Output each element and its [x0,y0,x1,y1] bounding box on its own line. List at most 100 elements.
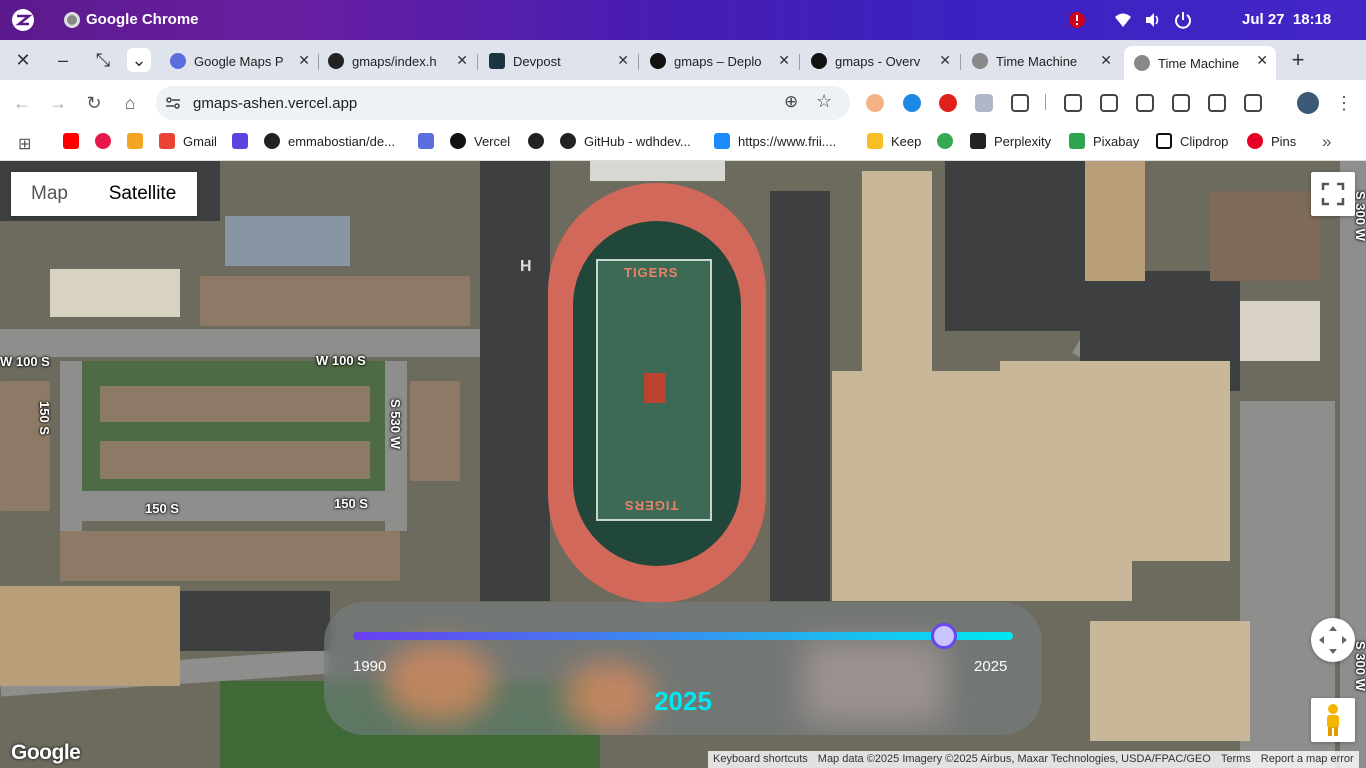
bookmark-rainbow[interactable] [127,133,151,149]
system-clock[interactable]: Jul 27 18:18 [1242,11,1331,28]
terms-link[interactable]: Terms [1216,751,1256,768]
townhouse-row [410,381,460,481]
bookmark-keep[interactable]: Keep [867,133,921,149]
report-map-error-link[interactable]: Report a map error [1256,751,1359,768]
camera-control-button[interactable] [1311,618,1355,662]
tab-gmaps-deploy[interactable]: gmaps – Deplo ✕ [640,46,798,76]
bookmark-pixabay[interactable]: Pixabay [1069,133,1139,149]
code-icon [232,133,248,149]
street-view-pegman-button[interactable] [1311,698,1355,742]
bookmark-maps[interactable] [418,133,442,149]
apps-grid-icon[interactable]: ⊞ [18,134,31,154]
bookmark-pins[interactable]: Pins [1247,133,1296,149]
tab-label: gmaps/index.h [352,53,437,69]
github-icon [328,53,344,69]
bookmark-vercel[interactable]: Vercel [450,133,510,149]
tab-time-machine-active[interactable]: Time Machine ✕ [1124,46,1276,80]
globe-icon [972,53,988,69]
youtube-icon [63,133,79,149]
bookmark-music[interactable] [95,133,119,149]
tab-close-icon[interactable]: ✕ [456,52,468,69]
tab-gmaps-overview[interactable]: gmaps - Overv ✕ [801,46,959,76]
extension-icon[interactable] [866,94,884,112]
map-type-map-button[interactable]: Map [11,172,88,216]
profile-avatar[interactable] [1297,92,1319,114]
tab-label: gmaps - Overv [835,53,921,69]
tab-close-icon[interactable]: ✕ [298,52,310,69]
bookmark-emmabostian[interactable]: emmabostian/de... [264,133,395,149]
house-roof [1210,191,1320,281]
power-icon[interactable] [1174,11,1192,29]
incognito-icon[interactable] [1100,94,1118,112]
forward-arrow-icon[interactable]: → [47,92,69,114]
year-slider-thumb[interactable] [930,623,957,649]
google-logo[interactable]: Google [11,741,81,765]
tab-label: gmaps – Deplo [674,53,762,69]
bookmark-youtube[interactable] [63,133,87,149]
devices-icon[interactable] [1172,94,1190,112]
time-machine-panel: 1990 2025 2025 [324,602,1042,735]
dirt-lot [0,586,180,686]
more-bookmarks-chevron-icon[interactable]: » [1322,132,1331,152]
keep-icon [867,133,883,149]
dirt-lot [1085,161,1145,281]
back-arrow-icon[interactable]: ← [11,92,33,114]
fullscreen-button[interactable] [1311,172,1355,216]
solar-roof [225,216,350,266]
tab-close-icon[interactable]: ✕ [617,52,629,69]
home-icon[interactable]: ⌂ [119,92,141,114]
menu-kebab-icon[interactable]: ⋮ [1333,92,1355,114]
site-settings-icon[interactable] [165,95,181,111]
bookmark-star-icon[interactable]: ☆ [816,91,832,112]
tab-close-icon[interactable]: ✕ [778,52,790,69]
bookmark-code[interactable] [232,133,256,149]
extensions-puzzle-icon[interactable] [1011,94,1029,112]
link-icon[interactable] [1136,94,1154,112]
extension-icon[interactable] [903,94,921,112]
trash-icon[interactable] [1064,94,1082,112]
bookmark-perplexity[interactable]: Perplexity [970,133,1051,149]
tab-close-icon[interactable]: ✕ [939,52,951,69]
zoom-icon[interactable]: ⊕ [784,92,798,112]
window-close-icon[interactable]: ✕ [11,48,35,72]
bookmark-frii[interactable]: https://www.frii.... [714,133,836,149]
window-minimize-icon[interactable]: – [51,48,75,72]
tab-google-maps[interactable]: Google Maps P ✕ [160,46,318,76]
window-restore-icon[interactable]: ⤡ [91,48,115,72]
tab-devpost[interactable]: Devpost ✕ [479,46,637,76]
active-app-name: Google Chrome [86,11,199,28]
bookmark-gmail[interactable]: Gmail [159,133,217,149]
translate-icon[interactable] [1244,94,1262,112]
qr-code-icon[interactable] [1208,94,1226,112]
tab-close-icon[interactable]: ✕ [1100,52,1112,69]
wifi-icon[interactable] [1114,11,1132,29]
bookmark-clipdrop[interactable]: Clipdrop [1156,133,1228,149]
tab-strip: ✕ – ⤡ ⌄ Google Maps P ✕ gmaps/index.h ✕ … [0,40,1366,80]
bookmark-github-wdhdev[interactable]: GitHub - wdhdev... [560,133,691,149]
bookmark-label: GitHub - wdhdev... [584,133,691,149]
road-w-100-s [0,329,480,357]
notification-icon[interactable] [1068,11,1086,29]
map-type-satellite-button[interactable]: Satellite [88,172,197,216]
slider-max-label: 2025 [974,658,1008,675]
tab-gmaps-index[interactable]: gmaps/index.h ✕ [318,46,476,76]
volume-icon[interactable] [1144,11,1162,29]
pinterest-icon [1247,133,1263,149]
shield-icon[interactable] [975,94,993,112]
townhouse-row [100,441,370,479]
address-bar[interactable]: gmaps-ashen.vercel.app ⊕ ☆ [156,86,850,120]
bookmark-github[interactable] [528,133,552,149]
satellite-map[interactable]: TIGERS TIGERS H W 100 S W 100 S 150 S 15… [0,161,1366,768]
reload-icon[interactable]: ↻ [83,92,105,114]
year-slider-track[interactable] [353,632,1013,640]
os-launcher-icon[interactable] [10,8,36,32]
street-label: W 100 S [316,353,366,368]
tab-search-chevron-icon[interactable]: ⌄ [127,48,151,72]
bookmark-photos[interactable] [937,133,961,149]
new-tab-plus-icon[interactable]: + [1286,48,1310,72]
keyboard-shortcuts-link[interactable]: Keyboard shortcuts [708,751,813,768]
street-label: 150 S [145,501,179,516]
tab-time-machine[interactable]: Time Machine ✕ [962,46,1120,76]
opera-icon[interactable] [939,94,957,112]
tab-close-icon[interactable]: ✕ [1256,52,1268,69]
